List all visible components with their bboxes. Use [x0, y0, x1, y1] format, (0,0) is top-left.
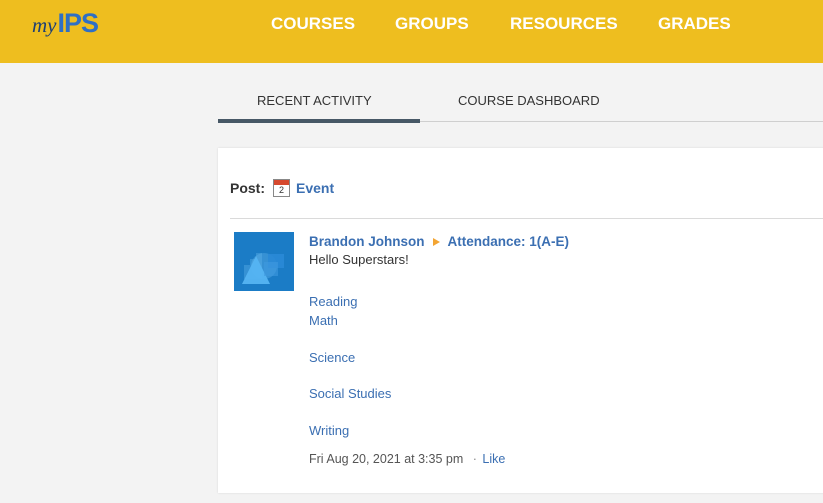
tab-recent-activity[interactable]: RECENT ACTIVITY — [257, 93, 372, 108]
arrow-right-icon — [432, 237, 440, 246]
calendar-icon-day: 2 — [278, 185, 284, 195]
post-divider — [230, 218, 823, 219]
author-link[interactable]: Brandon Johnson — [309, 234, 425, 249]
top-navigation-bar: my IPS COURSES GROUPS RESOURCES GRADES — [0, 0, 823, 63]
subject-link-science[interactable]: Science — [309, 350, 355, 365]
post-label: Post: — [230, 180, 265, 196]
myips-logo[interactable]: my IPS — [32, 8, 100, 38]
nav-grades[interactable]: GRADES — [658, 14, 731, 34]
entry-header: Brandon Johnson Attendance: 1(A-E) — [309, 234, 569, 249]
calendar-icon[interactable]: 2 — [273, 179, 290, 197]
subject-link-math[interactable]: Math — [309, 313, 338, 328]
post-type-row: Post: 2 Event — [230, 176, 334, 200]
subject-link-social-studies[interactable]: Social Studies — [309, 386, 391, 401]
subject-link-reading[interactable]: Reading — [309, 294, 357, 309]
tab-course-dashboard[interactable]: COURSE DASHBOARD — [458, 93, 600, 108]
active-tab-indicator — [218, 119, 420, 123]
post-message: Hello Superstars! — [309, 252, 409, 267]
activity-card: Post: 2 Event Brandon Johnson Attendance… — [218, 148, 823, 493]
logo-brand: IPS — [57, 8, 100, 38]
activity-tabs: RECENT ACTIVITY COURSE DASHBOARD — [218, 82, 823, 124]
post-timestamp: Fri Aug 20, 2021 at 3:35 pm — [309, 452, 464, 466]
shapes-avatar-icon — [234, 232, 294, 291]
feed-entry: Brandon Johnson Attendance: 1(A-E) Hello… — [309, 234, 569, 466]
subject-link-writing[interactable]: Writing — [309, 423, 349, 438]
nav-courses[interactable]: COURSES — [271, 14, 355, 34]
course-link[interactable]: Attendance: 1(A-E) — [448, 234, 570, 249]
nav-resources[interactable]: RESOURCES — [510, 14, 618, 34]
post-event-link[interactable]: Event — [296, 180, 334, 196]
author-avatar[interactable] — [234, 232, 294, 291]
like-link[interactable]: Like — [482, 452, 505, 466]
nav-groups[interactable]: GROUPS — [395, 14, 469, 34]
post-meta: Fri Aug 20, 2021 at 3:35 pm · Like — [309, 452, 505, 466]
logo-prefix: my — [32, 13, 57, 37]
meta-separator: · — [472, 452, 477, 466]
